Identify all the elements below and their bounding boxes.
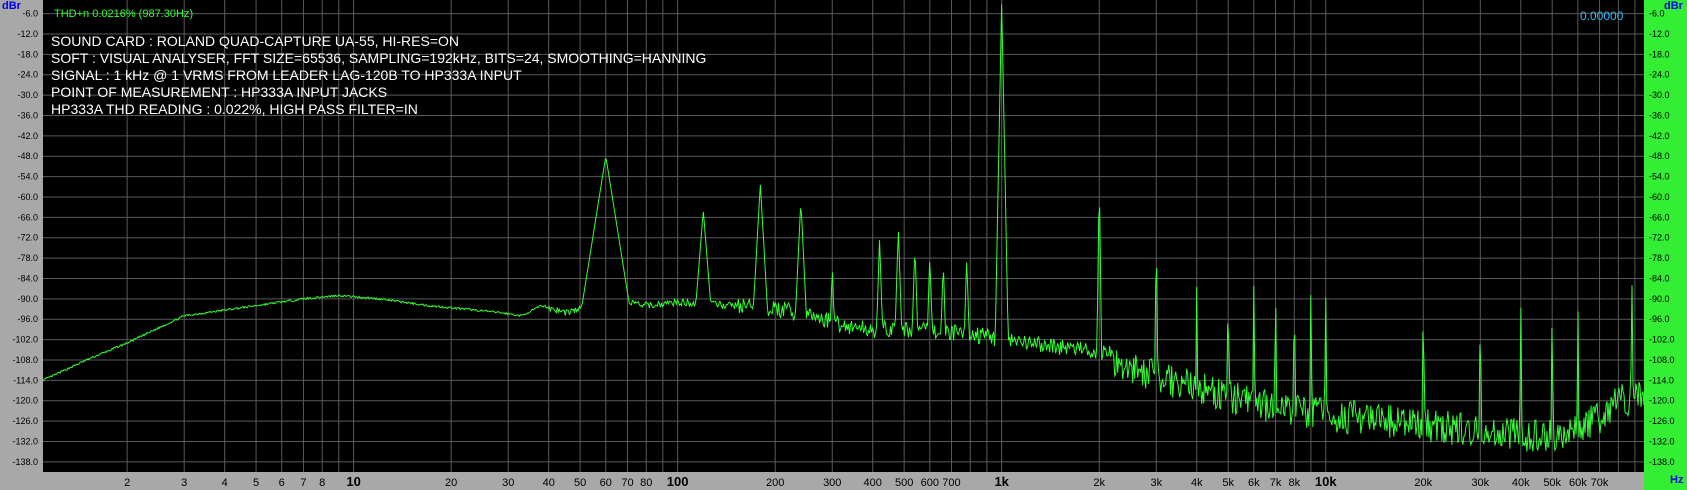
y-tick-label-left: -66.0 [17,212,38,222]
x-tick-label: 3k [1150,477,1162,489]
y-tick-label-left: -72.0 [17,233,38,243]
x-tick-label: 5k [1222,477,1234,489]
y-tick-label-left: -90.0 [17,294,38,304]
x-tick-label: 70 [621,477,633,489]
x-tick-label: 3 [181,477,187,489]
info-line-signal: SIGNAL : 1 kHz @ 1 VRMS FROM LEADER LAG-… [51,67,522,83]
y-tick-label-left: -18.0 [17,49,38,59]
y-tick-label-right: -96.0 [1649,314,1670,324]
y-tick-label-left: -36.0 [17,110,38,120]
y-tick-label-right: -90.0 [1649,294,1670,304]
y-tick-label-right: -138.0 [1649,457,1675,467]
x-tick-label: 1k [994,474,1009,489]
x-tick-label: 6k [1248,477,1260,489]
y-tick-label-right: -120.0 [1649,396,1675,406]
x-tick-label: 40 [543,477,555,489]
y-tick-label-left: -138.0 [12,457,38,467]
info-line-thd-reading: HP333A THD READING : 0.022%, HIGH PASS F… [51,101,418,117]
y-tick-label-right: -18.0 [1649,49,1670,59]
y-tick-label-left: -96.0 [17,314,38,324]
y-tick-label-right: -72.0 [1649,233,1670,243]
y-tick-label-left: -120.0 [12,396,38,406]
x-tick-label: 8k [1288,477,1300,489]
y-tick-label-right: -84.0 [1649,273,1670,283]
info-line-sound-card: SOUND CARD : ROLAND QUAD-CAPTURE UA-55, … [51,33,460,49]
y-tick-label-left: -24.0 [17,70,38,80]
y-tick-label-left: -114.0 [13,375,38,385]
y-tick-label-right: -30.0 [1649,90,1670,100]
measurement-info: SOUND CARD : ROLAND QUAD-CAPTURE UA-55, … [51,33,706,118]
x-unit-label: Hz [1670,474,1684,486]
x-tick-label: 4 [222,477,228,489]
x-tick-label: 2k [1093,477,1105,489]
y-tick-label-right: -126.0 [1649,416,1675,426]
y-tick-label-right: -24.0 [1649,70,1670,80]
y-tick-label-right: -48.0 [1649,151,1670,161]
y-unit-left-label: dBr [2,0,21,12]
x-tick-label: 60 [600,477,612,489]
x-tick-label: 50k [1543,477,1561,489]
x-tick-label: 7 [300,477,306,489]
y-tick-label-right: -36.0 [1649,110,1670,120]
value-readout: 0.00000 [1580,9,1624,23]
y-tick-label-left: -54.0 [17,172,38,182]
y-tick-label-left: -30.0 [17,90,38,100]
y-tick-label-right: -6.0 [1649,9,1665,19]
info-line-software: SOFT : VISUAL ANALYSER, FFT SIZE=65536, … [51,50,707,66]
y-tick-label-left: -132.0 [12,436,38,446]
y-tick-label-left: -42.0 [17,131,38,141]
y-tick-label-right: -42.0 [1649,131,1670,141]
x-tick-label: 60k [1569,477,1587,489]
y-tick-label-left: -126.0 [12,416,38,426]
x-tick-label: 7k [1270,477,1282,489]
x-tick-label: 8 [319,477,325,489]
y-tick-label-right: -78.0 [1649,253,1670,263]
x-tick-label: 70k [1591,477,1609,489]
x-tick-label: 200 [766,477,784,489]
x-tick-label: 20 [445,477,457,489]
y-tick-label-left: -108.0 [12,355,38,365]
x-tick-label: 10 [346,474,360,489]
x-tick-label: 100 [667,474,689,489]
y-tick-label-right: -108.0 [1649,355,1675,365]
x-tick-label: 20k [1414,477,1432,489]
y-tick-label-left: -84.0 [17,273,38,283]
x-tick-label: 50 [574,477,586,489]
y-tick-label-left: -12.0 [17,29,38,39]
x-tick-label: 500 [895,477,913,489]
x-tick-label: 400 [864,477,882,489]
y-tick-label-left: -6.0 [22,9,38,19]
x-tick-label: 40k [1512,477,1530,489]
y-tick-label-left: -60.0 [17,192,38,202]
x-tick-label: 600 [921,477,939,489]
y-tick-label-right: -66.0 [1649,212,1670,222]
y-tick-label-left: -78.0 [17,253,38,263]
y-tick-label-right: -114.0 [1649,375,1674,385]
y-unit-right-label: dBr [1664,0,1683,12]
x-tick-label: 30 [502,477,514,489]
x-tick-label: 10k [1315,474,1337,489]
y-tick-label-left: -48.0 [17,151,38,161]
info-line-measurement-point: POINT OF MEASUREMENT : HP333A INPUT JACK… [51,84,388,100]
x-tick-label: 4k [1191,477,1203,489]
x-tick-label: 700 [942,477,960,489]
x-tick-label: 6 [279,477,285,489]
y-tick-label-left: -102.0 [12,335,38,345]
y-tick-label-right: -60.0 [1649,192,1670,202]
x-tick-label: 2 [124,477,130,489]
x-tick-label: 80 [640,477,652,489]
x-tick-label: 30k [1471,477,1489,489]
y-tick-label-right: -12.0 [1649,29,1670,39]
thd-readout: THD+n 0.0216% (987.30Hz) [54,8,194,20]
y-tick-label-right: -102.0 [1649,335,1675,345]
y-tick-label-right: -54.0 [1649,172,1670,182]
y-tick-label-right: -132.0 [1649,436,1675,446]
x-tick-label: 5 [253,477,259,489]
x-tick-label: 300 [823,477,841,489]
